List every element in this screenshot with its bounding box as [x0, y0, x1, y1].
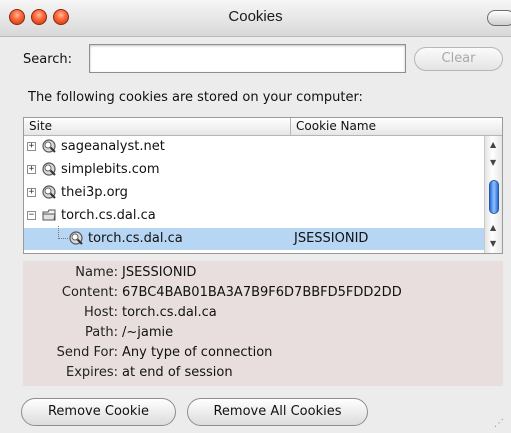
detail-row-expires: Expires: at end of session — [23, 365, 503, 385]
search-label: Search: — [23, 52, 73, 67]
scroll-down-icon[interactable]: ▼ — [490, 240, 496, 248]
tree-header: Site Cookie Name — [24, 118, 502, 136]
detail-value-name: JSESSIONID — [122, 265, 197, 280]
remove-all-cookies-button[interactable]: Remove All Cookies — [187, 398, 368, 426]
detail-row-name: Name: JSESSIONID — [23, 265, 503, 285]
scroll-up-icon[interactable]: ▲ — [490, 224, 496, 232]
cookie-details-panel: Name: JSESSIONID Content: 67BC4BAB01BA3A… — [23, 261, 503, 386]
window-title: Cookies — [228, 8, 283, 25]
cookie-tree[interactable]: Site Cookie Name + sageanalyst.net + sim… — [23, 117, 503, 254]
tree-row[interactable]: + thei3p.org — [24, 182, 484, 204]
title-bar: Cookies — [0, 0, 511, 37]
site-magnifier-icon — [42, 162, 56, 176]
column-header-site[interactable]: Site — [29, 119, 52, 133]
tree-row-selected[interactable]: torch.cs.dal.ca JSESSIONID — [24, 226, 484, 250]
tree-row-site: torch.cs.dal.ca — [88, 231, 183, 246]
tree-row[interactable]: + simplebits.com — [24, 159, 484, 181]
detail-label: Path: — [85, 325, 118, 340]
toolbar-toggle-button[interactable] — [487, 10, 511, 26]
detail-value-send-for: Any type of connection — [122, 345, 273, 360]
detail-value-host: torch.cs.dal.ca — [122, 305, 217, 320]
expand-icon[interactable]: + — [27, 165, 36, 174]
tree-row-cookie: JSESSIONID — [294, 231, 369, 246]
detail-label: Expires: — [66, 365, 118, 380]
detail-row-content: Content: 67BC4BAB01BA3A7B9F6D7BBFD5FDD2D… — [23, 285, 503, 305]
search-input[interactable] — [89, 44, 406, 73]
scroll-up-icon[interactable]: ▲ — [490, 141, 496, 149]
detail-label: Name: — [75, 265, 118, 280]
column-header-cookie-name[interactable]: Cookie Name — [296, 119, 376, 133]
detail-label: Host: — [84, 305, 118, 320]
tree-row-site: torch.cs.dal.ca — [61, 208, 156, 223]
detail-row-path: Path: /~jamie — [23, 325, 503, 345]
info-text: The following cookies are stored on your… — [28, 90, 363, 105]
scroll-thumb[interactable] — [489, 180, 499, 214]
collapse-icon[interactable]: − — [27, 211, 36, 220]
column-separator — [290, 118, 291, 135]
tree-connector-line — [58, 226, 68, 239]
expand-icon[interactable]: + — [27, 188, 36, 197]
clear-button[interactable]: Clear — [414, 47, 503, 71]
detail-value-path: /~jamie — [122, 325, 174, 340]
tree-row[interactable]: + sageanalyst.net — [24, 136, 484, 158]
tree-row-site: sageanalyst.net — [61, 139, 165, 154]
cookies-window: Cookies Search: Clear The following cook… — [0, 0, 511, 433]
detail-row-host: Host: torch.cs.dal.ca — [23, 305, 503, 325]
scroll-down-icon[interactable]: ▼ — [490, 159, 496, 167]
resize-grip-icon[interactable]: ⋰ — [494, 418, 504, 429]
site-magnifier-icon — [69, 231, 83, 245]
expand-icon[interactable]: + — [27, 142, 36, 151]
folder-open-icon — [42, 209, 56, 221]
tree-row-site: thei3p.org — [61, 185, 128, 200]
detail-value-expires: at end of session — [122, 365, 233, 380]
tree-row[interactable]: − torch.cs.dal.ca — [24, 205, 484, 227]
detail-label: Send For: — [56, 345, 118, 360]
site-magnifier-icon — [42, 185, 56, 199]
vertical-scrollbar[interactable]: ▲ ▼ ▲ ▼ — [484, 136, 502, 253]
detail-label: Content: — [61, 285, 118, 300]
detail-row-send-for: Send For: Any type of connection — [23, 345, 503, 365]
site-magnifier-icon — [42, 139, 56, 153]
remove-cookie-button[interactable]: Remove Cookie — [21, 398, 176, 426]
tree-row-site: simplebits.com — [61, 162, 160, 177]
detail-value-content: 67BC4BAB01BA3A7B9F6D7BBFD5FDD2DD — [122, 285, 402, 300]
